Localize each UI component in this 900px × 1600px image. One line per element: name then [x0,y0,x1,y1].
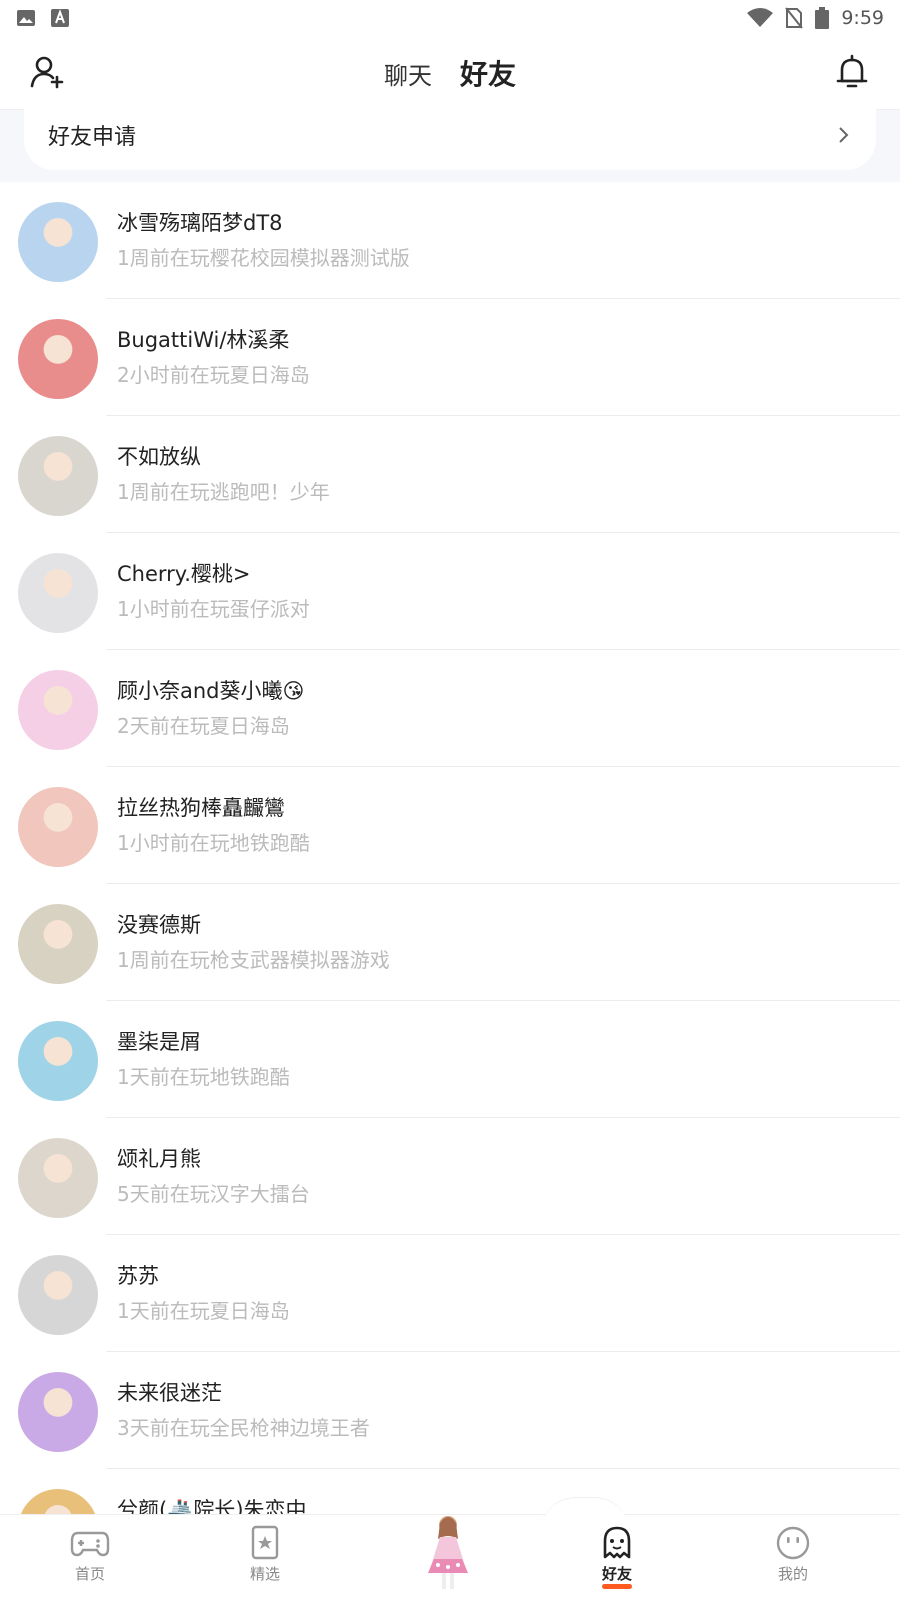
smiley-icon [776,1526,810,1560]
friend-status: 5天前在玩汉字大擂台 [117,1182,310,1206]
avatar[interactable] [18,1021,98,1101]
friend-row[interactable]: 墨柒是屑 1天前在玩地铁跑酷 [0,1001,900,1118]
tab-friends[interactable]: 好友 [458,53,518,93]
status-right: 9:59 [747,7,884,29]
friend-name: 墨柒是屑 [117,1030,201,1054]
avatar[interactable] [18,787,98,867]
nav-label: 我的 [777,1565,808,1583]
nav-home[interactable]: 首页 [50,1525,130,1595]
avatar[interactable] [18,436,98,516]
friend-name: 未来很迷茫 [117,1381,222,1405]
friend-name: 颂礼月熊 [117,1147,201,1171]
tab-chat[interactable]: 聊天 [382,56,434,91]
nav-label: 精选 [249,1565,280,1583]
friend-row[interactable]: 苏苏 1天前在玩夏日海岛 [0,1235,900,1352]
friend-request-section: 好友申请 [0,100,900,182]
friend-request-row[interactable]: 好友申请 [24,100,876,170]
friend-status: 2小时前在玩夏日海岛 [117,363,310,387]
nav-me[interactable]: 我的 [753,1525,833,1595]
bottom-nav: 首页 精选 好友 我的 [0,1497,900,1600]
status-time: 9:59 [841,7,884,29]
friend-name: 冰雪殇璃陌梦dT8 [117,211,283,235]
friend-row[interactable]: 没赛德斯 1周前在玩枪支武器模拟器游戏 [0,884,900,1001]
friend-row[interactable]: BugattiWi/林溪柔 2小时前在玩夏日海岛 [0,299,900,416]
avatar[interactable] [18,319,98,399]
wifi-icon [747,8,774,27]
avatar[interactable] [18,1138,98,1218]
friend-status: 2天前在玩夏日海岛 [117,714,290,738]
friend-status: 1小时前在玩蛋仔派对 [117,597,310,621]
friend-name: 兮颜(🚢院长)朱恋中 [117,1498,307,1514]
nav-label: 好友 [601,1565,632,1583]
chevron-right-icon [839,127,849,143]
friend-row[interactable]: 顾小奈and葵小曦😘 2天前在玩夏日海岛 [0,650,900,767]
friend-name: Cherry.樱桃> [117,562,251,586]
gamepad-icon [70,1531,110,1557]
avatar[interactable] [18,1489,98,1514]
nav-featured[interactable]: 精选 [225,1525,305,1595]
friend-status: 1周前在玩逃跑吧！少年 [117,480,330,504]
avatar[interactable] [18,1372,98,1452]
friend-row[interactable]: 颂礼月熊 5天前在玩汉字大擂台 [0,1118,900,1235]
friend-status: 1小时前在玩地铁跑酷 [117,831,310,855]
status-left [16,8,70,28]
avatar[interactable] [18,670,98,750]
avatar[interactable] [18,904,98,984]
avatar[interactable] [18,1255,98,1335]
friend-status: 1天前在玩地铁跑酷 [117,1065,290,1089]
friend-list: 冰雪殇璃陌梦dT8 1周前在玩樱花校园模拟器测试版 BugattiWi/林溪柔 2小… [0,182,900,1514]
friend-row[interactable]: Cherry.樱桃> 1小时前在玩蛋仔派对 [0,533,900,650]
battery-icon [815,7,830,29]
notification-bell-icon[interactable] [834,54,870,90]
friend-row[interactable]: 冰雪殇璃陌梦dT8 1周前在玩樱花校园模拟器测试版 [0,182,900,299]
image-notification-icon [17,10,35,26]
friend-name: 没赛德斯 [117,913,201,937]
friend-name: BugattiWi/林溪柔 [117,328,290,352]
friend-request-label: 好友申请 [48,125,137,150]
friend-row[interactable]: 不如放纵 1周前在玩逃跑吧！少年 [0,416,900,533]
friend-name: 苏苏 [117,1264,159,1288]
friend-row[interactable]: 拉丝热狗棒矗麣鸞 1小时前在玩地铁跑酷 [0,767,900,884]
friend-status: 3天前在玩全民枪神边境王者 [117,1416,370,1440]
friend-name: 拉丝热狗棒矗麣鸞 [117,796,285,820]
character-avatar-icon[interactable] [418,1509,478,1595]
header-tabs: 聊天 好友 [0,36,900,110]
friend-name: 顾小奈and葵小曦😘 [117,679,305,703]
avatar[interactable] [18,553,98,633]
friend-name: 不如放纵 [117,445,201,469]
no-sim-icon [785,7,804,29]
friend-row[interactable]: 兮颜(🚢院长)朱恋中 [0,1469,900,1514]
status-bar: 9:59 [0,0,900,36]
avatar[interactable] [18,202,98,282]
friend-status: 1周前在玩枪支武器模拟器游戏 [117,948,390,972]
font-notification-icon [51,9,69,27]
ghost-icon [603,1526,631,1559]
nav-label: 首页 [74,1565,105,1583]
star-card-icon [251,1525,279,1560]
friend-status: 1周前在玩樱花校园模拟器测试版 [117,246,410,270]
friend-status: 1天前在玩夏日海岛 [117,1299,290,1323]
friend-row[interactable]: 未来很迷茫 3天前在玩全民枪神边境王者 [0,1352,900,1469]
nav-friends[interactable]: 好友 [577,1525,657,1595]
active-indicator [602,1584,632,1589]
top-bar: 聊天 好友 [0,36,900,110]
